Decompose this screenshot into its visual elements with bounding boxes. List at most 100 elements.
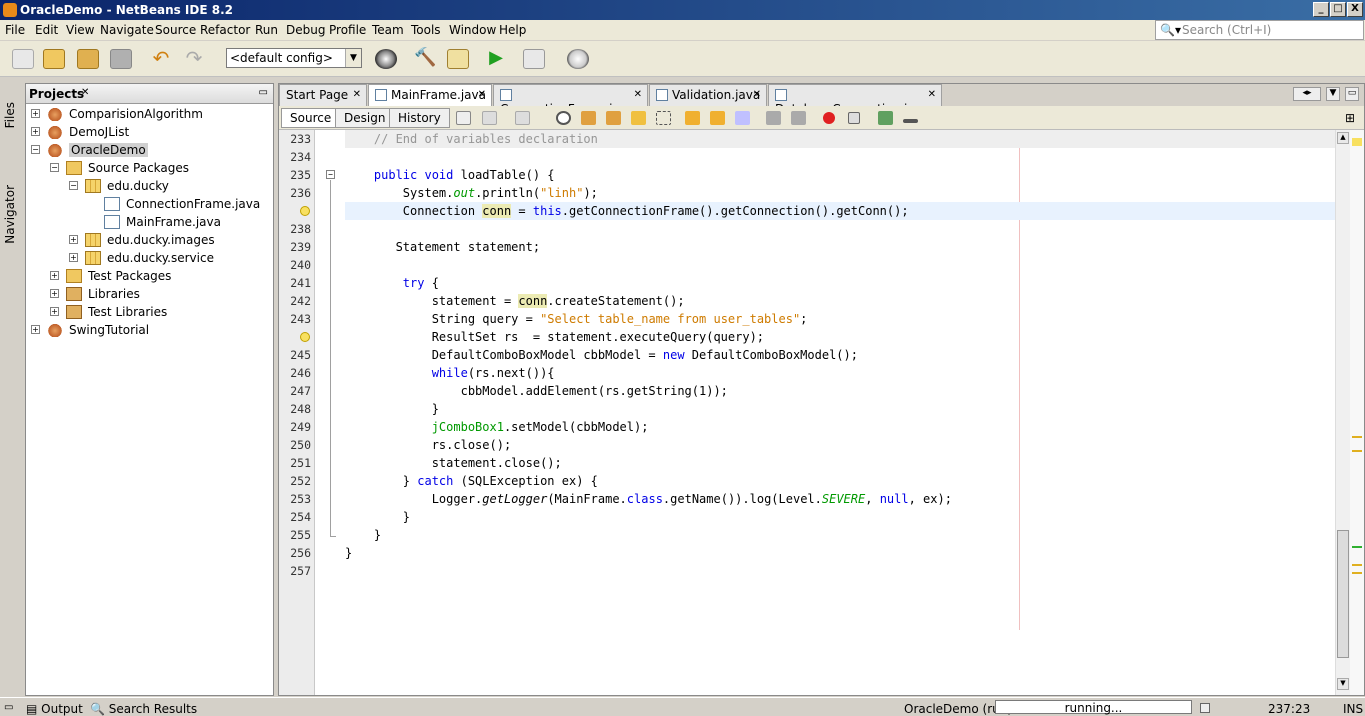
scroll-thumb[interactable] [1337, 530, 1349, 658]
expand-icon[interactable]: + [69, 253, 78, 262]
warning-mark[interactable] [1352, 564, 1362, 566]
hint-bulb-icon[interactable] [300, 206, 310, 216]
menu-navigate[interactable]: Navigate [100, 23, 154, 37]
previous-bookmark-icon[interactable] [685, 111, 700, 125]
tree-node-source-packages[interactable]: − Source Packages [29, 159, 269, 177]
warning-mark[interactable] [1352, 572, 1362, 574]
menu-run[interactable]: Run [255, 23, 278, 37]
close-button[interactable]: X [1347, 2, 1363, 17]
scroll-down-icon[interactable]: ▼ [1337, 678, 1349, 690]
new-project-icon[interactable] [43, 49, 65, 69]
find-icon[interactable] [556, 111, 571, 125]
scroll-tabs-icon[interactable]: ◂▸ [1293, 87, 1321, 101]
stop-task-icon[interactable] [1200, 703, 1210, 713]
shift-left-icon[interactable] [766, 111, 781, 125]
tree-node-test-libraries[interactable]: + Test Libraries [29, 303, 269, 321]
expand-icon[interactable]: + [31, 325, 40, 334]
tree-node-oracledemo[interactable]: − OracleDemo [29, 141, 269, 159]
warning-bulb-icon[interactable] [300, 332, 310, 342]
tree-node-test-packages[interactable]: + Test Packages [29, 267, 269, 285]
warning-mark[interactable] [1352, 436, 1362, 438]
expand-icon[interactable]: + [31, 109, 40, 118]
tab-list-icon[interactable]: ▼ [1326, 87, 1340, 101]
toggle-bookmark-icon[interactable] [735, 111, 750, 125]
close-icon[interactable]: ✕ [353, 89, 361, 100]
tab-mainframe[interactable]: MainFrame.java ✕ [368, 84, 492, 107]
close-icon[interactable]: ✕ [753, 89, 761, 100]
tree-node-edu-ducky-service[interactable]: + edu.ducky.service [29, 249, 269, 267]
maximize-button[interactable]: □ [1330, 2, 1346, 17]
close-icon[interactable]: ✕ [928, 89, 936, 100]
close-icon[interactable]: ✕ [634, 89, 642, 100]
menu-file[interactable]: File [5, 23, 25, 37]
undo-icon[interactable]: ↶ [150, 48, 172, 69]
minimize-button[interactable]: _ [1313, 2, 1329, 17]
design-button[interactable]: Design [335, 108, 395, 128]
tree-node-comparisionalgorithm[interactable]: + ComparisionAlgorithm [29, 105, 269, 123]
menu-tools[interactable]: Tools [411, 23, 441, 37]
run-project-icon[interactable]: ▶ [485, 49, 507, 69]
tree-node-mainframe[interactable]: MainFrame.java [29, 213, 269, 231]
menu-window[interactable]: Window [449, 23, 496, 37]
history-button[interactable]: History [389, 108, 450, 128]
menu-edit[interactable]: Edit [35, 23, 58, 37]
collapse-icon[interactable]: − [31, 145, 40, 154]
menu-view[interactable]: View [66, 23, 94, 37]
comment-icon[interactable] [878, 111, 893, 125]
close-icon[interactable]: ✕ [81, 87, 89, 98]
source-button[interactable]: Source [281, 108, 341, 128]
back-icon[interactable] [482, 111, 497, 125]
stop-macro-icon[interactable] [848, 112, 860, 124]
find-next-icon[interactable] [606, 111, 621, 125]
new-file-icon[interactable] [12, 49, 34, 69]
tab-connectionframe[interactable]: ConnectionFrame.java✕ [493, 84, 648, 116]
last-edit-icon[interactable] [456, 111, 471, 125]
open-project-icon[interactable] [77, 49, 99, 69]
menu-help[interactable]: Help [499, 23, 526, 37]
find-previous-icon[interactable] [581, 111, 596, 125]
expand-icon[interactable]: + [69, 235, 78, 244]
uncomment-icon[interactable] [903, 119, 918, 123]
tab-start-page[interactable]: Start Page ✕ [279, 84, 367, 106]
forward-icon[interactable] [515, 111, 530, 125]
split-editor-icon[interactable]: ⊞ [1345, 111, 1360, 125]
tree-node-edu-ducky[interactable]: − edu.ducky [29, 177, 269, 195]
close-icon[interactable]: ✕ [478, 89, 486, 100]
expand-icon[interactable]: + [31, 127, 40, 136]
expand-icon[interactable]: + [50, 289, 59, 298]
vertical-scrollbar[interactable]: ▲ ▼ [1335, 130, 1350, 695]
code-area[interactable]: − // End of variables declaration public… [315, 130, 1335, 695]
profile-project-icon[interactable] [567, 49, 589, 69]
next-bookmark-icon[interactable] [710, 111, 725, 125]
tree-node-connectionframe[interactable]: ConnectionFrame.java [29, 195, 269, 213]
shift-right-icon[interactable] [791, 111, 806, 125]
fold-icon[interactable]: − [326, 170, 335, 179]
tree-node-swingtutorial[interactable]: + SwingTutorial [29, 321, 269, 339]
expand-icon[interactable]: + [50, 307, 59, 316]
start-macro-icon[interactable] [823, 112, 835, 124]
redo-icon[interactable]: ↷ [183, 48, 205, 69]
save-all-icon[interactable] [110, 49, 132, 69]
target-platform-icon[interactable] [375, 49, 397, 69]
collapse-icon[interactable]: − [69, 181, 78, 190]
clean-build-icon[interactable] [447, 49, 469, 69]
tree-node-libraries[interactable]: + Libraries [29, 285, 269, 303]
toggle-rect-selection-icon[interactable] [656, 111, 671, 125]
run-progress-bar[interactable]: running... [995, 700, 1192, 715]
expand-icon[interactable]: + [50, 271, 59, 280]
maximize-editor-icon[interactable]: ▭ [1345, 87, 1359, 101]
change-mark[interactable] [1352, 546, 1362, 548]
warning-mark[interactable] [1352, 450, 1362, 452]
scroll-up-icon[interactable]: ▲ [1337, 132, 1349, 144]
navigator-tab[interactable]: Navigator [3, 185, 17, 244]
debug-project-icon[interactable] [523, 49, 545, 69]
tree-node-edu-ducky-images[interactable]: + edu.ducky.images [29, 231, 269, 249]
menu-source[interactable]: Source [155, 23, 196, 37]
minimize-panel-icon[interactable]: ▭ [259, 87, 268, 98]
menu-profile[interactable]: Profile [329, 23, 366, 37]
files-tab[interactable]: Files [3, 102, 17, 128]
menu-refactor[interactable]: Refactor [200, 23, 250, 37]
configuration-select[interactable]: <default config> ▼ [226, 48, 362, 68]
collapse-icon[interactable]: − [50, 163, 59, 172]
tree-node-demojlist[interactable]: + DemoJList [29, 123, 269, 141]
